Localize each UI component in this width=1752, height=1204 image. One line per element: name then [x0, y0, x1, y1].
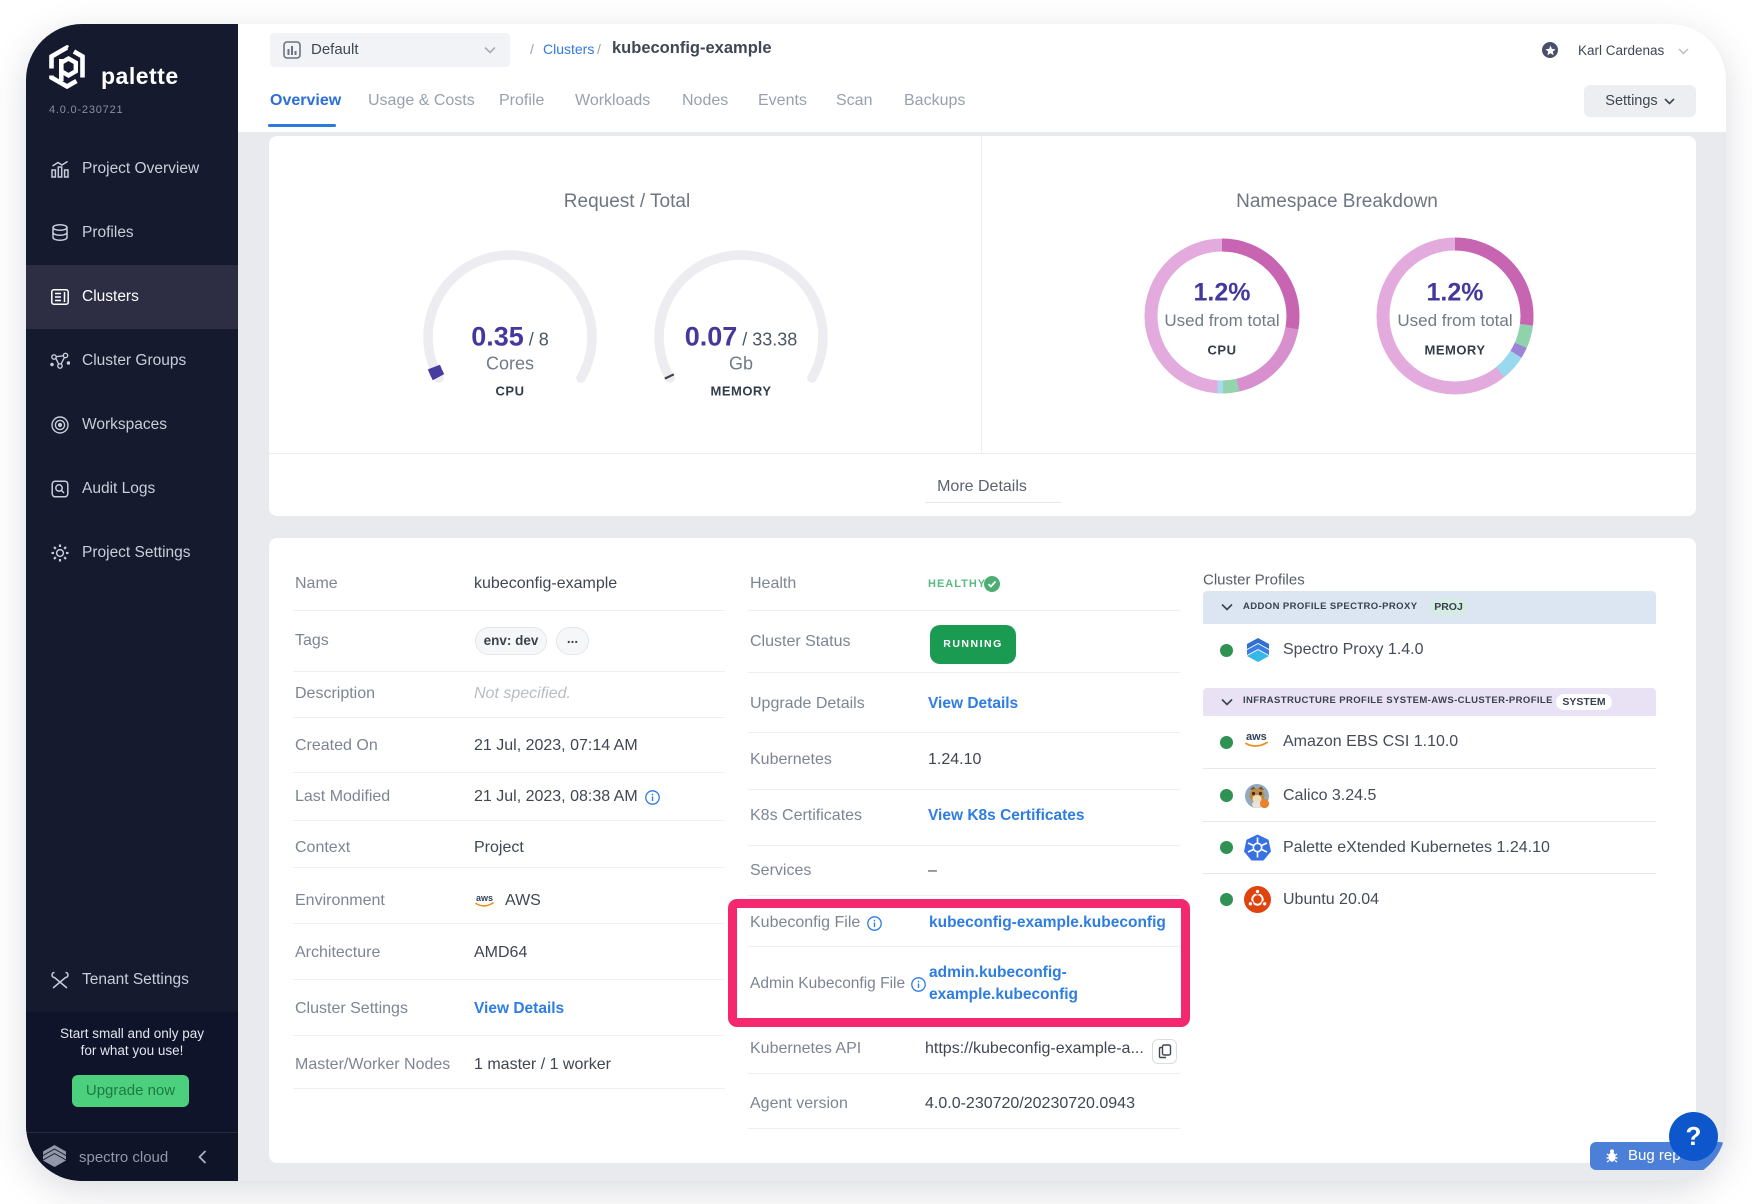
svg-text:aws: aws: [476, 893, 493, 903]
svg-text:aws: aws: [1246, 731, 1267, 743]
